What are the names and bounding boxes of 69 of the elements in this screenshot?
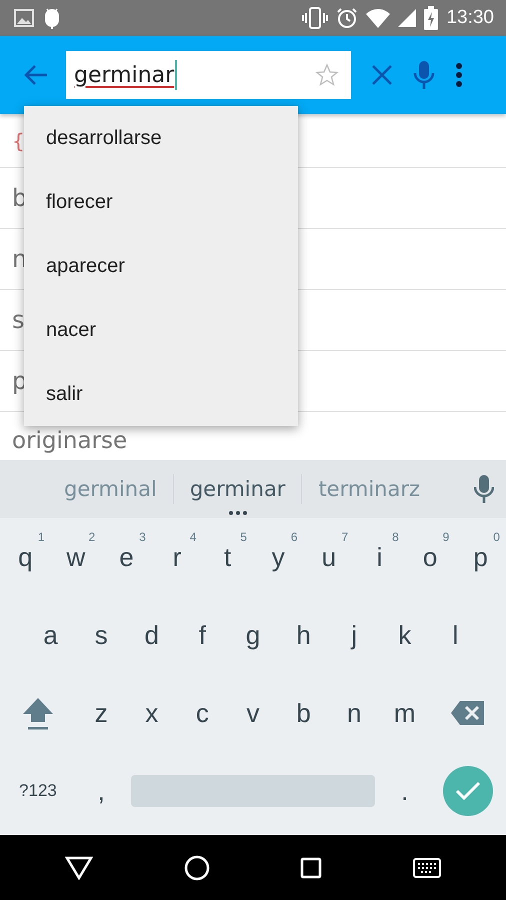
key-hint: 6 <box>290 530 298 544</box>
key[interactable]: s <box>76 596 126 674</box>
key[interactable]: p 0 <box>455 518 506 596</box>
key[interactable]: x <box>126 674 178 752</box>
alarm-icon <box>336 7 358 29</box>
key-hint: 9 <box>442 530 450 544</box>
key[interactable]: j <box>328 596 380 674</box>
key[interactable]: i 8 <box>354 518 405 596</box>
search-field[interactable]: germinar <box>66 51 351 99</box>
key-hint: 4 <box>190 530 196 544</box>
key[interactable]: h <box>278 596 329 674</box>
key[interactable]: g <box>228 596 278 674</box>
key-hint: 0 <box>493 530 500 544</box>
battery-icon <box>424 6 438 30</box>
result-text: { <box>12 128 25 152</box>
menu-item[interactable]: aparecer <box>24 234 298 298</box>
key[interactable]: n <box>328 674 380 752</box>
key[interactable]: b <box>278 674 329 752</box>
menu-item[interactable]: salir <box>24 362 298 426</box>
key[interactable]: u 7 <box>304 518 354 596</box>
wifi-icon <box>366 8 390 28</box>
menu-item[interactable]: desarrollarse <box>24 106 298 170</box>
back-icon[interactable] <box>65 856 94 880</box>
key[interactable]: . <box>380 752 430 830</box>
key[interactable]: t 5 <box>202 518 253 596</box>
home-icon[interactable] <box>184 854 210 880</box>
more-options-icon[interactable] <box>455 63 463 87</box>
key-hint: 5 <box>240 530 247 544</box>
key[interactable]: z <box>76 674 126 752</box>
key-hint: 1 <box>38 530 45 544</box>
result-text: s <box>12 306 25 334</box>
key[interactable]: o 9 <box>404 518 456 596</box>
menu-item[interactable]: nacer <box>24 298 298 362</box>
key[interactable]: v <box>228 674 278 752</box>
key[interactable]: a <box>25 596 76 674</box>
vibrate-icon <box>302 7 328 29</box>
star-icon[interactable] <box>315 63 339 87</box>
keyboard-icon[interactable] <box>412 858 441 878</box>
key[interactable]: w 2 <box>50 518 102 596</box>
key[interactable]: k <box>379 596 430 674</box>
word-suggestion[interactable]: germinar <box>174 477 302 501</box>
key[interactable]: , <box>76 752 126 830</box>
menu-item[interactable]: florecer <box>24 170 298 234</box>
key[interactable]: f <box>177 596 228 674</box>
key[interactable]: d <box>126 596 178 674</box>
key[interactable]: e 3 <box>101 518 152 596</box>
backspace-key-icon[interactable] <box>450 700 486 726</box>
symbols-key[interactable]: ?123 <box>19 781 57 801</box>
key[interactable]: l <box>430 596 481 674</box>
image-icon <box>14 9 34 27</box>
clock: 13:30 <box>446 7 494 29</box>
microphone-icon[interactable] <box>474 474 494 504</box>
key-hint: 8 <box>392 530 399 544</box>
signal-icon <box>398 9 416 27</box>
more-dots-icon <box>228 511 247 515</box>
result-text: originarse <box>12 430 128 453</box>
key[interactable]: m <box>379 674 430 752</box>
recents-icon[interactable] <box>300 856 322 878</box>
check-icon <box>455 781 482 801</box>
key[interactable]: c <box>177 674 228 752</box>
key-hint: 2 <box>88 530 96 544</box>
key-hint: 3 <box>139 530 146 544</box>
key[interactable]: y 6 <box>252 518 304 596</box>
key-hint: 7 <box>341 530 348 544</box>
key[interactable]: q 1 <box>0 518 51 596</box>
microphone-icon[interactable] <box>413 60 435 90</box>
key[interactable]: r 4 <box>152 518 202 596</box>
back-arrow-icon[interactable] <box>24 64 48 86</box>
close-icon[interactable] <box>371 64 393 86</box>
